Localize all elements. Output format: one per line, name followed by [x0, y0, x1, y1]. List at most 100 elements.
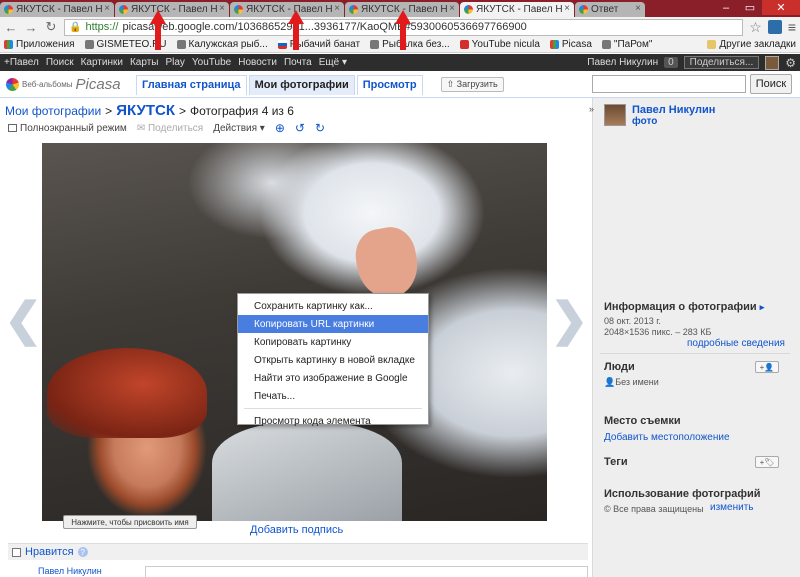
browser-tab-active[interactable]: ЯКУТСК - Павел Н ×	[460, 2, 574, 17]
next-photo-icon[interactable]: ❯	[550, 292, 589, 346]
photo-position: Фотография 4 из 6	[190, 104, 294, 118]
likes-bar: Нравится ?	[8, 543, 588, 560]
add-caption-link[interactable]: Добавить подпись	[250, 524, 343, 536]
fullscreen-button[interactable]: Полноэкранный режим	[8, 123, 127, 134]
breadcrumb: Мои фотографии > ЯКУТСК > Фотография 4 и…	[5, 102, 294, 119]
menu-copy-image-url[interactable]: Копировать URL картинки	[238, 315, 428, 333]
menu-open-in-new-tab[interactable]: Открыть картинку в новой вкладке	[238, 351, 428, 369]
help-icon[interactable]: ?	[77, 547, 88, 557]
photo-info-heading[interactable]: Информация о фотографии ▸	[604, 301, 764, 313]
bookmark-item[interactable]: Picasa	[549, 39, 592, 50]
tab-my-photos[interactable]: Мои фотографии	[248, 74, 355, 95]
gbar-avatar[interactable]	[765, 55, 780, 70]
forward-icon[interactable]: →	[24, 20, 38, 35]
zoom-icon[interactable]: ⊕	[275, 121, 285, 135]
collapse-toggle-icon[interactable]	[12, 547, 21, 557]
close-tab-icon[interactable]: ×	[449, 3, 455, 14]
collapse-sidebar-icon[interactable]: »	[589, 104, 594, 114]
picasa-favicon-icon	[234, 5, 243, 14]
back-icon[interactable]: ←	[4, 20, 18, 35]
bookmark-icon	[176, 40, 186, 49]
bookmark-apps[interactable]: Приложения	[4, 39, 75, 50]
notification-count[interactable]: 0	[664, 57, 678, 68]
menu-save-image[interactable]: Сохранить картинку как...	[238, 297, 428, 315]
owner-photos-link[interactable]: фото	[632, 116, 715, 127]
previous-photo-icon[interactable]: ❮	[4, 292, 43, 346]
gbar-link-mail[interactable]: Почта	[284, 57, 312, 68]
extension-icon[interactable]	[767, 20, 782, 34]
close-tab-icon[interactable]: ×	[334, 3, 340, 14]
breadcrumb-album[interactable]: ЯКУТСК	[116, 102, 175, 119]
menu-inspect-element[interactable]: Просмотр кода элемента	[238, 412, 428, 430]
maximize-icon[interactable]: ▭	[738, 0, 762, 15]
upload-button[interactable]: ⇧ Загрузить	[440, 77, 504, 92]
actions-dropdown[interactable]: Действия ▾	[213, 123, 265, 134]
browser-tab[interactable]: ЯКУТСК - Павел Н ×	[0, 2, 114, 17]
chrome-menu-icon[interactable]: ≡	[788, 19, 796, 35]
browser-tab[interactable]: ЯКУТСК - Павел Н ×	[115, 2, 229, 17]
tab-home[interactable]: Главная страница	[136, 74, 247, 95]
apps-icon	[4, 40, 13, 49]
bookmark-item[interactable]: Калужская рыб...	[176, 39, 268, 50]
google-favicon-icon	[579, 5, 588, 14]
search-button[interactable]: Поиск	[750, 74, 792, 94]
bookmark-icon	[84, 40, 94, 49]
gbar-link-plus[interactable]: +Павел	[4, 57, 39, 68]
upload-icon: ⇧	[446, 79, 457, 89]
lock-icon: 🔒	[69, 21, 82, 33]
flag-icon	[277, 40, 287, 49]
reload-icon[interactable]: ↻	[44, 19, 58, 35]
browser-tab[interactable]: Ответ ×	[575, 2, 645, 17]
bookmark-item[interactable]: YouTube nicula	[459, 39, 540, 50]
gbar-user-name[interactable]: Павел Никулин	[587, 57, 658, 68]
tab-explore[interactable]: Просмотр	[356, 74, 423, 95]
close-tab-icon[interactable]: ×	[219, 3, 225, 14]
owner-name[interactable]: Павел Никулин	[632, 104, 715, 116]
menu-print[interactable]: Печать...	[238, 387, 428, 405]
gbar-share-box[interactable]: Поделиться...	[683, 56, 760, 69]
close-tab-icon[interactable]: ×	[564, 3, 570, 14]
url-text: picasaweb.google.com/10368652941...39361…	[122, 21, 527, 33]
gear-icon[interactable]: ⚙	[785, 56, 796, 70]
rotate-left-icon[interactable]: ↺	[295, 121, 305, 135]
gbar-link-search[interactable]: Поиск	[46, 57, 74, 68]
picasa-header: Веб-альбомы Picasa Главная страница Мои …	[0, 72, 800, 98]
folder-icon	[707, 40, 717, 49]
like-label[interactable]: Нравится	[25, 546, 74, 558]
gbar-link-maps[interactable]: Карты	[130, 57, 159, 68]
rotate-right-icon[interactable]: ↻	[315, 121, 325, 135]
gbar-link-more[interactable]: Ещё ▾	[319, 57, 347, 68]
picasa-favicon-icon	[4, 5, 13, 14]
search-input[interactable]	[592, 75, 746, 93]
minimize-icon[interactable]: –	[714, 0, 738, 15]
close-window-icon[interactable]: ✕	[762, 0, 800, 15]
menu-copy-image[interactable]: Копировать картинку	[238, 333, 428, 351]
details-link[interactable]: подробные сведения	[687, 338, 785, 349]
picasa-logo[interactable]: Веб-альбомы Picasa	[0, 76, 136, 93]
close-tab-icon[interactable]: ×	[635, 3, 641, 14]
other-bookmarks[interactable]: Другие закладки	[707, 39, 800, 50]
change-license-link[interactable]: изменить	[710, 502, 754, 513]
breadcrumb-root[interactable]: Мои фотографии	[5, 104, 101, 118]
google-bar: +Павел Поиск Картинки Карты Play YouTube…	[0, 54, 800, 71]
picasa-icon	[549, 40, 559, 49]
gbar-link-play[interactable]: Play	[165, 57, 184, 68]
browser-tab[interactable]: ЯКУТСК - Павел Н ×	[230, 2, 344, 17]
menu-search-google[interactable]: Найти это изображение в Google	[238, 369, 428, 387]
owner-avatar[interactable]	[604, 104, 626, 126]
add-tag-button[interactable]: +🏷	[755, 456, 779, 468]
comment-input[interactable]	[145, 566, 588, 577]
gbar-link-youtube[interactable]: YouTube	[192, 57, 231, 68]
photo-hair	[47, 348, 207, 438]
share-button[interactable]: ✉ Поделиться	[137, 123, 203, 134]
tag-name-button[interactable]: Нажмите, чтобы присвоить имя	[63, 515, 197, 529]
bookmark-item[interactable]: "ПаРом"	[601, 39, 652, 50]
close-tab-icon[interactable]: ×	[104, 3, 110, 14]
bookmark-star-icon[interactable]: ☆	[749, 19, 762, 36]
add-person-button[interactable]: +👤	[755, 361, 779, 373]
commenter-name[interactable]: Павел Никулин	[38, 566, 102, 576]
gbar-link-images[interactable]: Картинки	[81, 57, 123, 68]
add-location-link[interactable]: Добавить местоположение	[604, 432, 730, 443]
gbar-link-news[interactable]: Новости	[238, 57, 277, 68]
picasa-logo-icon	[6, 78, 19, 91]
